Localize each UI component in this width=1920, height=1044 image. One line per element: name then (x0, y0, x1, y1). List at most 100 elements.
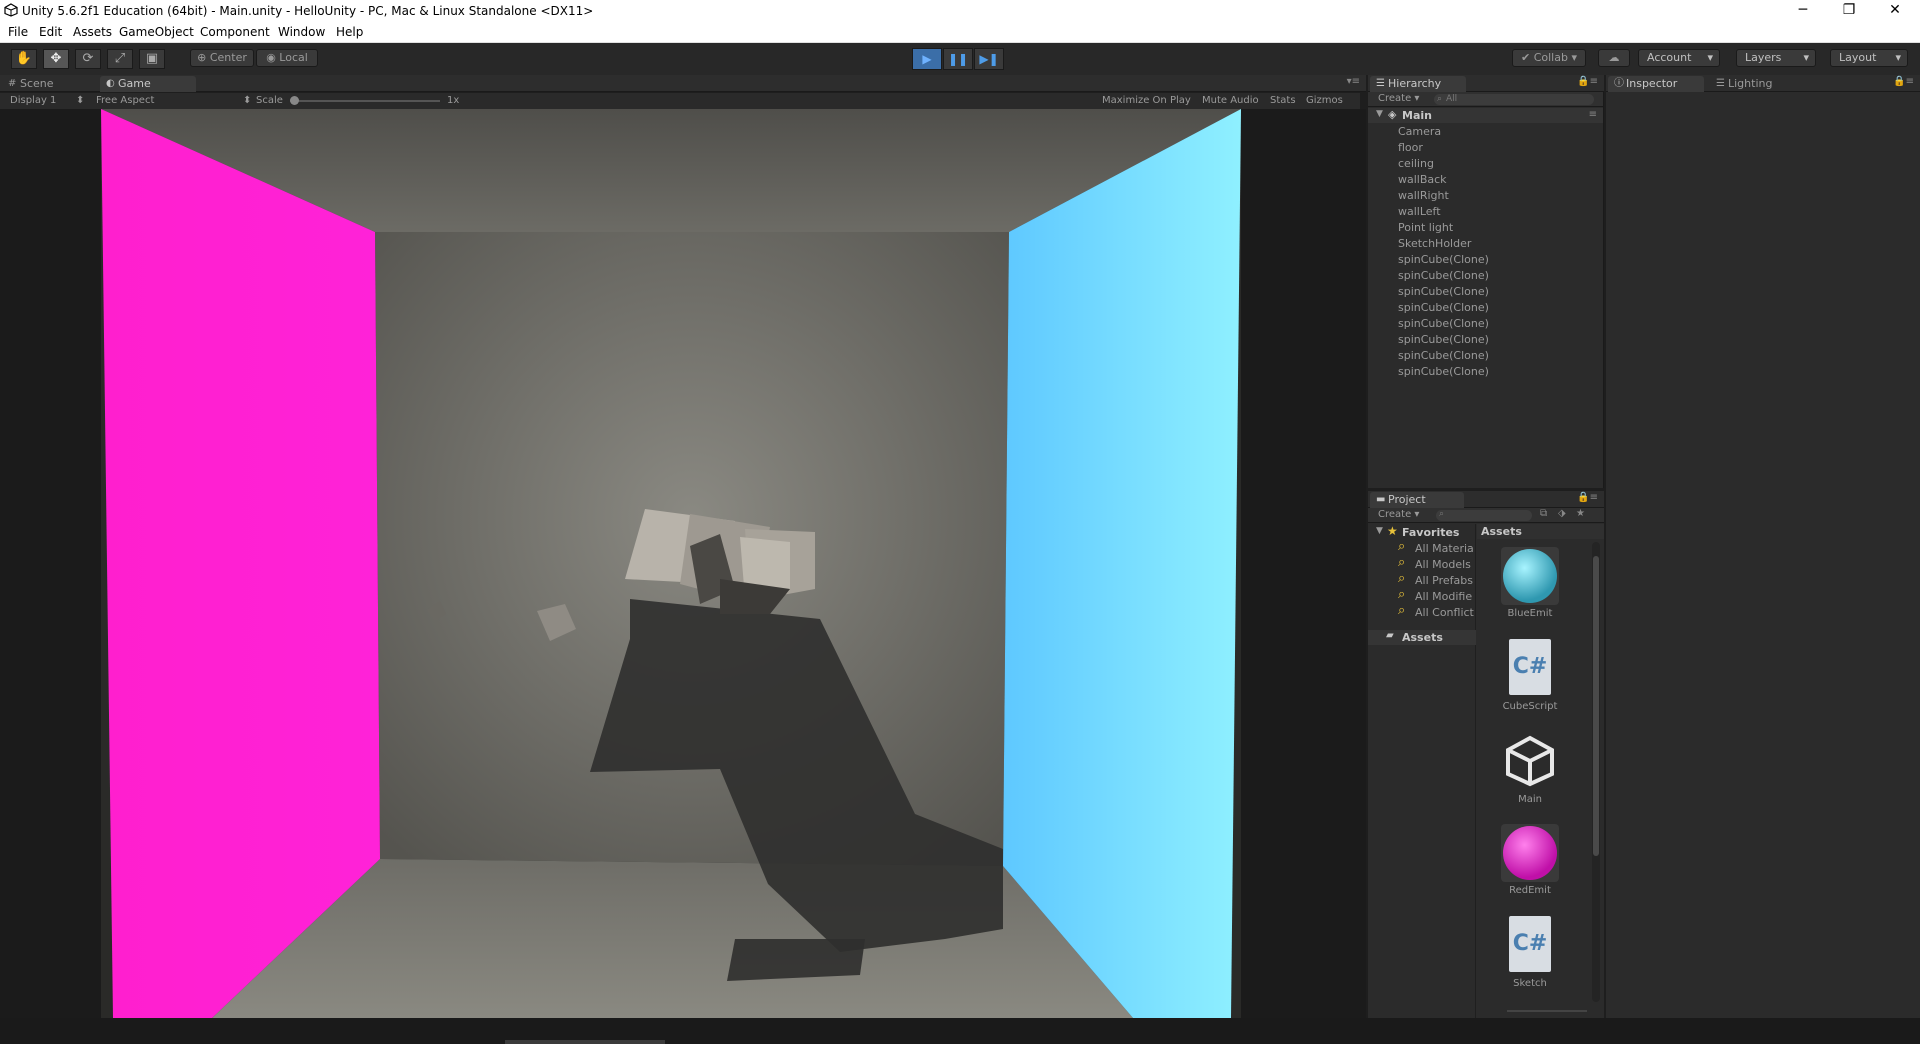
hierarchy-item[interactable]: wallBack (1398, 173, 1447, 186)
cube-shadow (727, 939, 865, 981)
hierarchy-item[interactable]: spinCube(Clone) (1398, 317, 1489, 330)
icon-size-slider[interactable] (1507, 1010, 1587, 1012)
gizmos-dropdown[interactable]: Gizmos (1306, 95, 1343, 106)
hierarchy-item[interactable]: spinCube(Clone) (1398, 269, 1489, 282)
hierarchy-item[interactable]: spinCube(Clone) (1398, 301, 1489, 314)
aspect-select[interactable]: Free Aspect (96, 95, 154, 106)
asset-thumb-blueemit[interactable] (1501, 547, 1559, 605)
rotate-tool-button[interactable]: ⟳ (75, 49, 101, 69)
scene-menu-icon[interactable]: ≡ (1589, 109, 1597, 120)
hierarchy-item[interactable]: Camera (1398, 125, 1441, 138)
pause-button[interactable]: ❚❚ (943, 48, 973, 70)
project-create-button[interactable]: Create ▾ (1378, 509, 1419, 520)
account-label: Account (1647, 51, 1692, 64)
scale-slider-track[interactable] (290, 100, 440, 102)
menu-component[interactable]: Component (200, 25, 270, 39)
tab-lighting[interactable]: ☰ Lighting (1710, 76, 1806, 92)
hierarchy-item[interactable]: spinCube(Clone) (1398, 349, 1489, 362)
favorite-search-item[interactable]: ⌕ All Prefabs (1368, 573, 1476, 588)
lock-icon[interactable]: 🔒≡ (1577, 76, 1598, 87)
hierarchy-item[interactable]: spinCube(Clone) (1398, 333, 1489, 346)
layers-dropdown[interactable]: Layers ▾ (1736, 49, 1816, 67)
tab-game[interactable]: ◐ Game (100, 76, 196, 92)
tab-project[interactable]: ▬ Project (1370, 492, 1464, 508)
search-placeholder: All (1446, 94, 1458, 104)
chevron-down-icon: ▾ (1707, 51, 1713, 64)
mute-audio-toggle[interactable]: Mute Audio (1202, 95, 1259, 106)
favorite-label: All Modifie (1415, 590, 1473, 603)
project-search-input[interactable]: ⌕ (1436, 509, 1532, 521)
pivot-center-toggle[interactable]: ⊕ Center (190, 49, 254, 67)
cloud-button[interactable]: ☁ (1598, 49, 1630, 67)
menu-file[interactable]: File (8, 25, 28, 39)
favorite-search-item[interactable]: ⌕ All Conflict (1368, 605, 1476, 620)
hierarchy-item[interactable]: Point light (1398, 221, 1453, 234)
menu-gameobject[interactable]: GameObject (119, 25, 194, 39)
maximize-button[interactable]: ❐ (1826, 0, 1872, 22)
csharp-script-icon[interactable]: C# (1509, 916, 1551, 972)
hierarchy-item[interactable]: SketchHolder (1398, 237, 1471, 250)
menu-help[interactable]: Help (336, 25, 363, 39)
move-tool-button[interactable]: ✥ (43, 49, 69, 69)
project-panel: Create ▾ ⌕ ⧉ ⬗ ★ ▼ ★ Favorites ⌕ All Mate… (1368, 508, 1604, 1018)
tab-hierarchy[interactable]: ☰ Hierarchy (1370, 76, 1466, 92)
close-button[interactable]: ✕ (1872, 0, 1918, 22)
display-select[interactable]: Display 1 (10, 95, 56, 106)
hand-tool-button[interactable]: ✋ (11, 49, 37, 69)
project-asset-grid: Assets BlueEmit C# CubeScript Main RedEm… (1477, 524, 1604, 1018)
hierarchy-item[interactable]: spinCube(Clone) (1398, 253, 1489, 266)
favorite-search-item[interactable]: ⌕ All Materia (1368, 541, 1476, 556)
minimize-button[interactable]: ─ (1780, 0, 1826, 22)
chevron-down-icon[interactable]: ▼ (1376, 526, 1383, 536)
maximize-on-play-toggle[interactable]: Maximize On Play (1102, 95, 1191, 106)
menu-window[interactable]: Window (278, 25, 325, 39)
asset-label-blueemit: BlueEmit (1507, 608, 1553, 619)
hierarchy-item[interactable]: wallRight (1398, 189, 1449, 202)
hierarchy-item[interactable]: spinCube(Clone) (1398, 365, 1489, 378)
stats-toggle[interactable]: Stats (1270, 95, 1296, 106)
hierarchy-search-input[interactable]: ⌕ All (1434, 94, 1594, 105)
unity-scene-icon[interactable] (1503, 734, 1557, 788)
favorites-row[interactable]: ▼ ★ Favorites (1368, 524, 1476, 540)
pivot-local-toggle[interactable]: ◉ Local (256, 49, 318, 67)
hierarchy-item[interactable]: wallLeft (1398, 205, 1441, 218)
chevron-down-icon[interactable]: ▼ (1376, 109, 1383, 119)
layout-dropdown[interactable]: Layout ▾ (1830, 49, 1908, 67)
tab-inspector[interactable]: ⓘ Inspector (1608, 76, 1704, 92)
account-dropdown[interactable]: Account ▾ (1638, 49, 1720, 67)
csharp-script-icon[interactable]: C# (1509, 639, 1551, 695)
scene-row-main[interactable]: ▼ ◈ Main ≡ (1368, 108, 1603, 123)
menu-edit[interactable]: Edit (39, 25, 62, 39)
search-icon: ⌕ (1398, 541, 1406, 554)
lock-icon[interactable]: 🔒≡ (1893, 76, 1914, 87)
hierarchy-create-button[interactable]: Create ▾ (1378, 93, 1419, 104)
game-view[interactable] (0, 109, 1366, 1018)
tab-scene[interactable]: # Scene (2, 76, 94, 92)
star-icon[interactable]: ★ (1576, 508, 1585, 519)
lock-icon[interactable]: 🔒≡ (1577, 492, 1598, 503)
favorite-search-item[interactable]: ⌕ All Models (1368, 557, 1476, 572)
hierarchy-item[interactable]: spinCube(Clone) (1398, 285, 1489, 298)
pacman-icon: ◐ (106, 78, 115, 89)
scale-slider-thumb[interactable] (290, 96, 299, 105)
filter-label-icon[interactable]: ⬗ (1558, 508, 1566, 519)
rect-icon: ▣ (145, 51, 159, 66)
step-button[interactable]: ▶❚ (974, 48, 1004, 70)
hierarchy-item[interactable]: ceiling (1398, 157, 1434, 170)
asset-thumb-redemit[interactable] (1501, 824, 1559, 882)
asset-grid-scrollbar[interactable] (1592, 542, 1600, 1002)
inspector-panel (1606, 92, 1920, 1018)
tab-hierarchy-label: Hierarchy (1388, 77, 1442, 90)
menu-assets[interactable]: Assets (73, 25, 112, 39)
rect-tool-button[interactable]: ▣ (139, 49, 165, 69)
filter-type-icon[interactable]: ⧉ (1540, 508, 1547, 519)
play-button[interactable]: ▶ (912, 48, 942, 70)
assets-folder-row[interactable]: ▰ Assets (1368, 630, 1476, 645)
cloud-icon: ☁ (1608, 51, 1620, 64)
scrollbar-thumb[interactable] (1593, 556, 1599, 856)
scale-tool-button[interactable]: ⤢ (107, 49, 133, 69)
hierarchy-item[interactable]: floor (1398, 141, 1423, 154)
favorite-search-item[interactable]: ⌕ All Modifie (1368, 589, 1476, 604)
panel-menu-icon[interactable]: ▾≡ (1347, 76, 1360, 87)
collab-dropdown[interactable]: ✔ Collab ▾ (1512, 49, 1586, 67)
